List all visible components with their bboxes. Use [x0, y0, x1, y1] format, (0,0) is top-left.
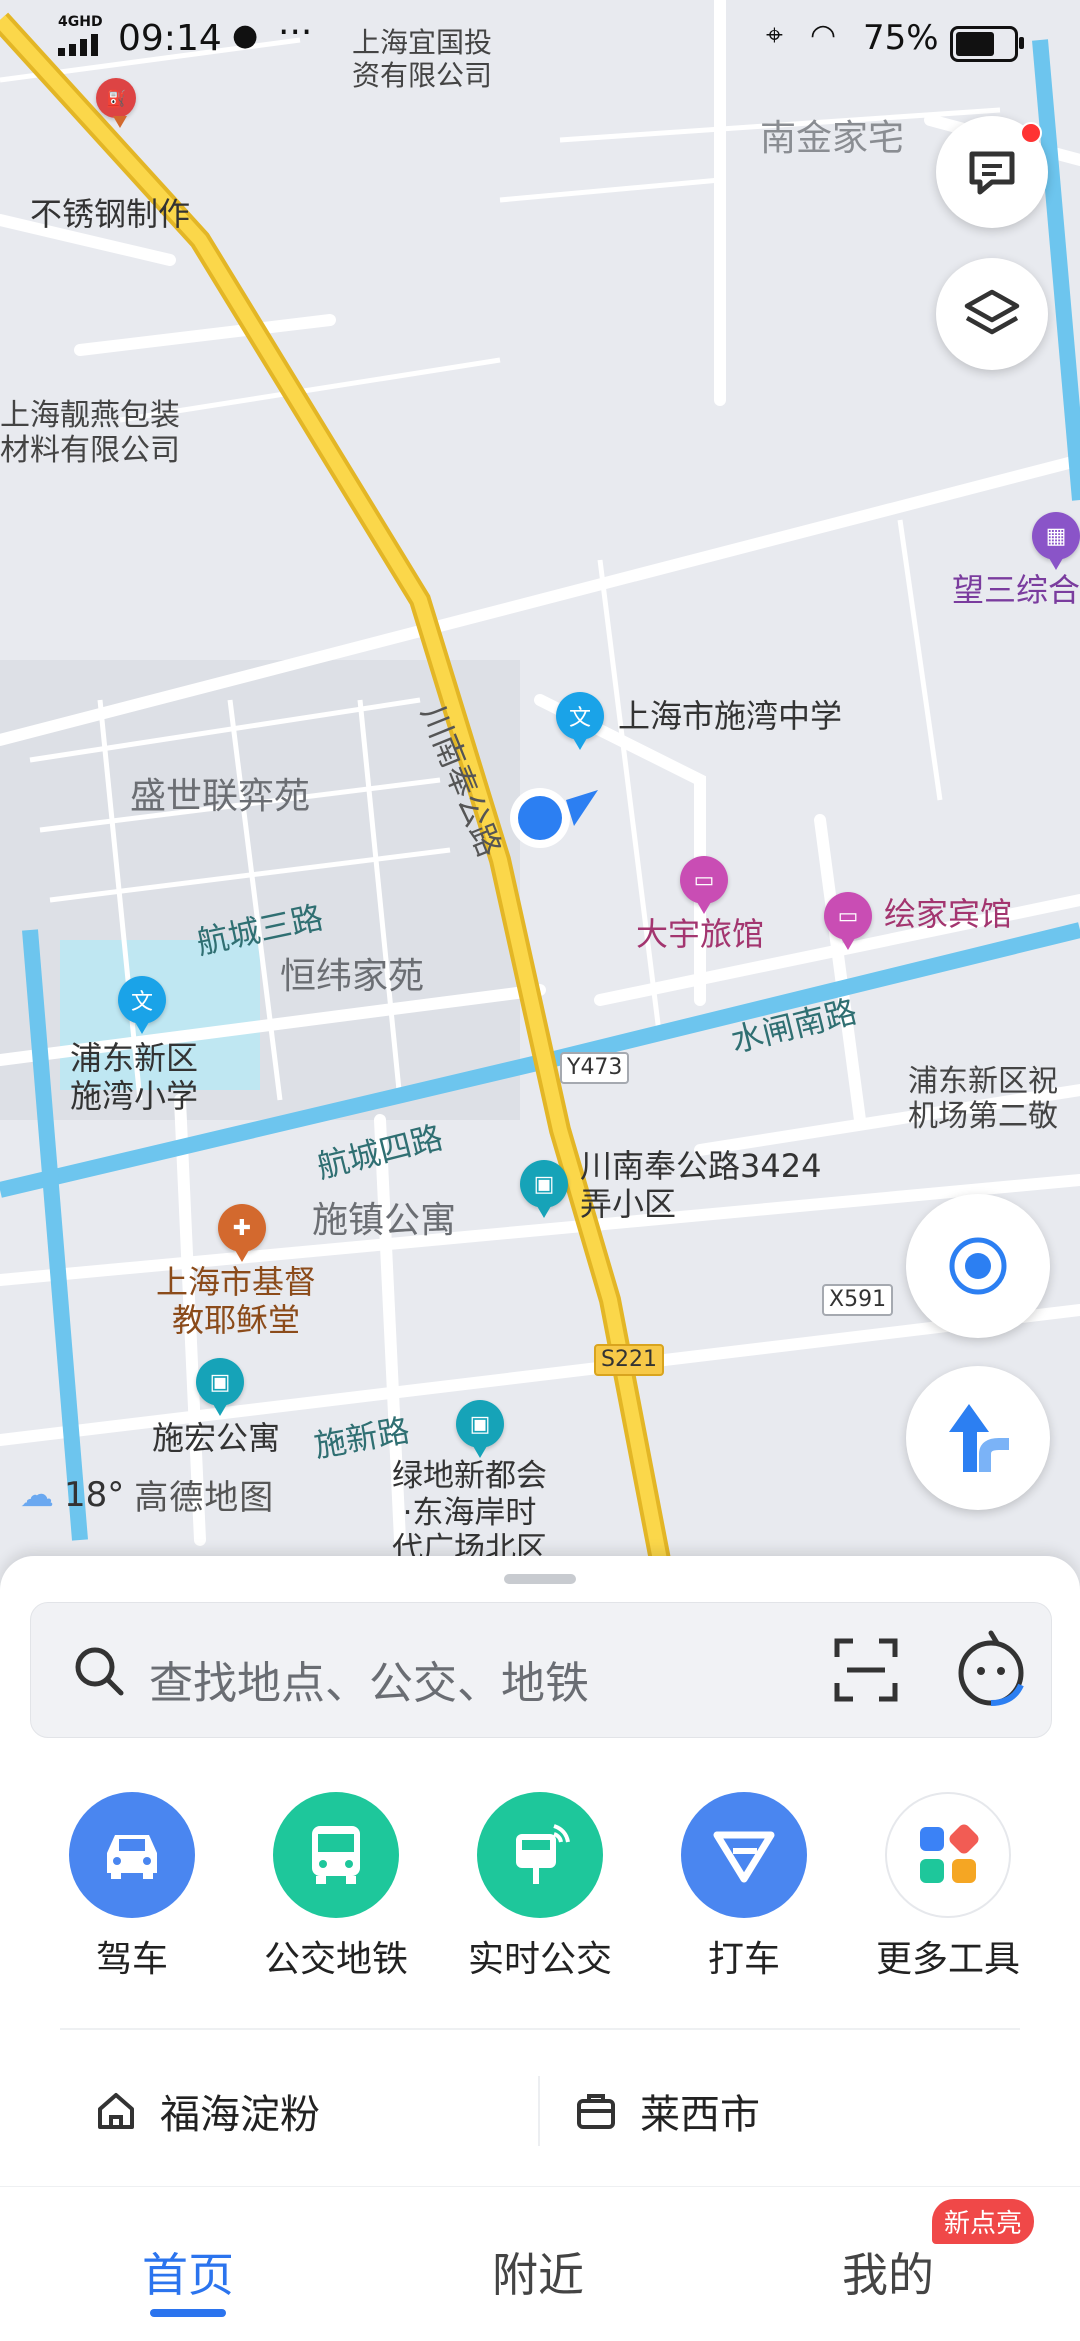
- search-bar[interactable]: 查找地点、公交、地铁: [30, 1602, 1052, 1738]
- layers-icon: [964, 289, 1020, 335]
- area-label: 恒纬家苑: [280, 956, 425, 997]
- clock: 09:14: [118, 18, 222, 59]
- brand-logo: 高德地图: [134, 1478, 275, 1518]
- poi-label[interactable]: 浦东新区 施湾小学: [70, 1039, 198, 1116]
- road-shield: S221: [594, 1344, 664, 1376]
- layers-button[interactable]: [936, 258, 1048, 370]
- active-indicator: [150, 2309, 226, 2317]
- poi-label[interactable]: 望三综合: [952, 571, 1080, 610]
- tool-label: 公交地铁: [263, 1939, 408, 1980]
- school-icon[interactable]: 文: [556, 692, 604, 750]
- hotel-icon[interactable]: ▭: [680, 856, 728, 914]
- poi-label[interactable]: 上海宜国投 资有限公司: [352, 26, 492, 92]
- work-shortcut[interactable]: 莱西市: [574, 2076, 760, 2146]
- poi-label[interactable]: 川南奉公路3424 弄小区: [580, 1147, 821, 1224]
- divider: [538, 2076, 540, 2146]
- scan-icon[interactable]: [831, 1635, 901, 1705]
- nav-mine[interactable]: 我的: [842, 2239, 934, 2305]
- nav-home[interactable]: 首页: [142, 2239, 234, 2305]
- work-label: 莱西市: [640, 2092, 760, 2138]
- poi-label[interactable]: 浦东新区祝 机场第二敬: [908, 1064, 1058, 1135]
- residence-icon[interactable]: ▣: [520, 1160, 568, 1218]
- network-type: 4GHD: [58, 14, 103, 30]
- road-shield: X591: [822, 1284, 894, 1316]
- divider: [60, 2028, 1020, 2030]
- battery-percent: 75%: [863, 18, 939, 58]
- area-label: 施镇公寓: [312, 1200, 457, 1241]
- temperature: 18°: [64, 1474, 125, 1515]
- more-tools-icon: [885, 1792, 1011, 1918]
- gas-station-icon[interactable]: ⛽: [96, 78, 136, 128]
- tool-more[interactable]: 更多工具: [846, 1792, 1050, 1982]
- navigation-button[interactable]: [906, 1366, 1050, 1510]
- tool-taxi[interactable]: 打车: [642, 1792, 846, 1982]
- cloud-icon: ☁: [20, 1474, 54, 1515]
- bottom-sheet: 查找地点、公交、地铁 驾车 公交地铁 实时公交 打车 更多工具 福海淀粉 莱西市: [0, 1556, 1080, 2186]
- locate-icon: [949, 1237, 1007, 1295]
- briefcase-icon: [577, 2094, 615, 2129]
- poi-label[interactable]: 绿地新都会 ·东海岸时 代广场北区: [392, 1458, 547, 1560]
- search-icon: [75, 1647, 124, 1696]
- poi-label[interactable]: 大宇旅馆: [636, 915, 764, 954]
- tool-drive[interactable]: 驾车: [30, 1792, 234, 1982]
- area-label: 盛世联弈苑: [130, 776, 311, 817]
- search-input[interactable]: 查找地点、公交、地铁: [149, 1647, 589, 1711]
- road-shield: Y473: [560, 1052, 630, 1084]
- residence-icon[interactable]: ▣: [456, 1400, 504, 1458]
- battery-icon: [950, 26, 1024, 62]
- quick-tools: 驾车 公交地铁 实时公交 打车 更多工具: [0, 1792, 1080, 1992]
- drag-handle[interactable]: [504, 1574, 576, 1584]
- hotel-icon[interactable]: ▭: [824, 892, 872, 950]
- poi-label[interactable]: 绘家宾馆: [884, 895, 1012, 934]
- bus-icon: [273, 1792, 399, 1918]
- school-icon[interactable]: 文: [118, 976, 166, 1034]
- poi-label[interactable]: 上海靓燕包装 材料有限公司: [0, 398, 180, 469]
- new-badge: 新点亮: [932, 2199, 1035, 2244]
- tool-label: 打车: [707, 1939, 780, 1980]
- poi-label[interactable]: 施宏公寓: [152, 1419, 280, 1458]
- tool-label: 驾车: [95, 1939, 168, 1980]
- message-icon: [969, 151, 1015, 195]
- wifi-icon: ◠: [810, 18, 837, 53]
- taxi-icon: [681, 1792, 807, 1918]
- tool-label: 更多工具: [875, 1939, 1020, 1980]
- assistant-icon[interactable]: [951, 1629, 1031, 1709]
- tool-realtime-bus[interactable]: 实时公交: [438, 1792, 642, 1982]
- chat-bubble-icon: ●: [232, 18, 259, 53]
- more-dots-icon: ···: [278, 12, 313, 53]
- shopping-icon[interactable]: ▦: [1032, 512, 1080, 570]
- home-shortcut[interactable]: 福海淀粉: [94, 2076, 320, 2146]
- map-view[interactable]: 4GHD 09:14 ● ··· ⌖ ◠ 75% 上海宜国投 资有限公司 南金家…: [0, 0, 1080, 1560]
- notification-dot: [1020, 122, 1042, 144]
- home-icon: [98, 2093, 134, 2129]
- location-icon: ⌖: [766, 18, 783, 53]
- status-bar: 4GHD 09:14 ● ··· ⌖ ◠ 75%: [0, 0, 1080, 80]
- weather-widget[interactable]: ☁ 18° 高德地图: [20, 1470, 274, 1519]
- route-arrow-icon: [949, 1404, 1009, 1472]
- car-icon: [69, 1792, 195, 1918]
- poi-label[interactable]: 不锈钢制作: [30, 195, 190, 234]
- tool-transit[interactable]: 公交地铁: [234, 1792, 438, 1982]
- nav-nearby[interactable]: 附近: [492, 2239, 584, 2305]
- residence-icon[interactable]: ▣: [196, 1358, 244, 1416]
- signal-icon: [58, 34, 106, 56]
- home-label: 福海淀粉: [160, 2092, 320, 2138]
- poi-label[interactable]: 上海市基督 教耶稣堂: [156, 1263, 316, 1340]
- church-icon[interactable]: ✚: [218, 1204, 266, 1262]
- bottom-nav: 首页 附近 我的 新点亮: [0, 2186, 1080, 2341]
- area-label: 南金家宅: [760, 118, 905, 159]
- message-button[interactable]: [936, 116, 1048, 228]
- tool-label: 实时公交: [467, 1939, 612, 1980]
- locate-me-button[interactable]: [906, 1194, 1050, 1338]
- bus-stop-icon: [477, 1792, 603, 1918]
- poi-label[interactable]: 上海市施湾中学: [618, 697, 842, 736]
